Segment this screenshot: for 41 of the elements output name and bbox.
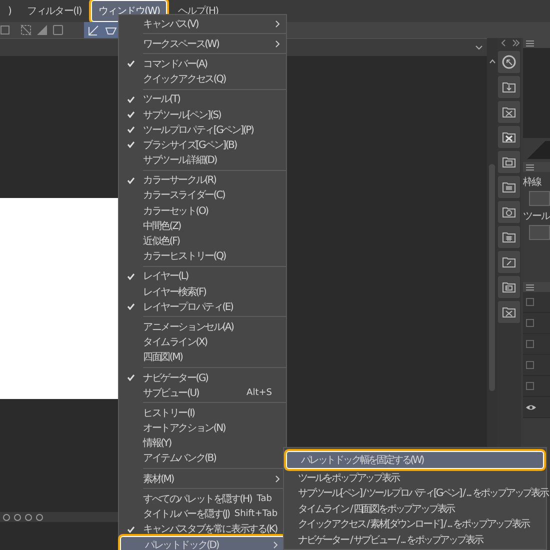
menu-item[interactable]: サブツール[ペン] / ツールプロパティ[Gペン] / ... をポップアップ表示 — [284, 486, 546, 501]
menu-item[interactable]: ツールをポップアップ表示 — [284, 470, 546, 486]
menu-item[interactable]: 情報(Y) — [119, 436, 286, 451]
menu-item[interactable]: ヒストリー(I) — [119, 405, 286, 420]
menu-item[interactable]: クイックアクセス / 素材[ダウンロード] / ... をポップアップ表示 — [284, 516, 546, 532]
menubar-item[interactable]: ) — [2, 2, 18, 20]
menu-item[interactable]: カラースライダー(C) — [119, 188, 286, 204]
menu-item[interactable]: オートアクション(N) — [119, 420, 286, 436]
menu-item[interactable]: レイヤー(L) — [119, 268, 286, 284]
menu-item[interactable]: ツール(T) — [119, 92, 286, 107]
menu-item[interactable]: クイックアクセス(Q) — [119, 72, 286, 87]
menu-item[interactable]: 近似色(F) — [119, 233, 286, 249]
menu-item[interactable]: カラーセット(O) — [119, 203, 286, 218]
menu-item[interactable]: ブラシサイズ[Gペン](B) — [119, 137, 286, 152]
menu-item[interactable]: アイテムバンク(B) — [119, 450, 286, 466]
menu-item[interactable]: すべてのパレットを隠す(H) Tab — [119, 491, 286, 506]
menu-item[interactable]: カラーヒストリー(Q) — [119, 248, 286, 264]
menu-item[interactable]: タイトルバーを隠す(J) Shift+Tab — [119, 506, 286, 522]
menu-item[interactable]: サブツール詳細(D) — [119, 152, 286, 168]
menu-item[interactable]: コマンドバー(A) — [119, 56, 286, 72]
panel-label: ツール — [523, 210, 550, 223]
menu-item[interactable]: ワークスペース(W) — [119, 36, 286, 52]
menu-item[interactable]: キャンバスタブを常に表示する(K) — [119, 522, 286, 537]
menubar-item[interactable]: フィルター(I) — [21, 1, 88, 21]
menu-item[interactable]: カラーサークル(R) — [119, 172, 286, 188]
menu-item[interactable]: アニメーションセル(A) — [119, 319, 286, 335]
menu-item[interactable]: ツールプロパティ[Gペン](P) — [119, 122, 286, 138]
menu-item[interactable]: レイヤープロパティ(E) — [119, 299, 286, 314]
menu-item[interactable]: レイヤー検索(F) — [119, 284, 286, 300]
menu-item[interactable]: ナビゲーター / サブビュー / ... をポップアップ表示 — [284, 532, 546, 548]
menu-item[interactable]: サブツール[ペン](S) — [119, 106, 286, 122]
panel-label: 枠線 — [523, 176, 542, 189]
menu-item[interactable]: タイムライン(X) — [119, 334, 286, 350]
menu-item[interactable]: 中間色(Z) — [119, 218, 286, 234]
menu-item[interactable]: パレットドック(D) — [121, 536, 284, 550]
menu-item[interactable]: サブビュー(U) Alt+S — [119, 385, 286, 400]
menu-item[interactable]: ナビゲーター(G) — [119, 370, 286, 386]
menu-item[interactable]: タイムライン / 四面図をポップアップ表示 — [284, 501, 546, 516]
menu-item[interactable]: パレットドック幅を固定する(W) — [287, 452, 543, 468]
menu-item[interactable]: 四面図(M) — [119, 350, 286, 365]
menu-item[interactable]: 素材(M) — [119, 471, 286, 486]
